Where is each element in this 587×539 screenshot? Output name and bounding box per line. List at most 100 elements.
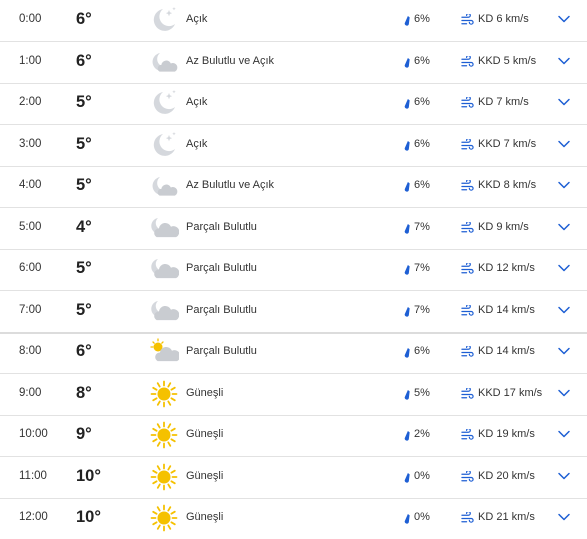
hour-condition: Güneşli: [186, 469, 224, 482]
precipitation-drop-icon: [404, 140, 410, 151]
forecast-row[interactable]: 10:00 9° Güneşli 2% KD 19 km/s: [0, 415, 587, 457]
hour-time: 6:00: [19, 262, 42, 274]
hour-precipitation: 7%: [414, 220, 430, 233]
wind-icon: [461, 180, 474, 191]
chevron-down-icon[interactable]: [557, 56, 571, 66]
forecast-row[interactable]: 7:00 5° Parçalı Bulutlu 7% KD 14 km/s: [0, 291, 587, 334]
moon-stars-icon: [153, 7, 176, 31]
hour-temperature: 5°: [76, 300, 92, 319]
forecast-row[interactable]: 6:00 5° Parçalı Bulutlu 7% KD 12 km/s: [0, 249, 587, 291]
chevron-down-icon[interactable]: [557, 305, 571, 315]
wind-icon: [461, 470, 474, 482]
hour-time: 5:00: [19, 220, 42, 233]
moon-stars-icon: [153, 90, 176, 114]
forecast-row[interactable]: 11:00 10° Güneşli 0% KD 20 km/s: [0, 457, 587, 499]
hour-precipitation: 7%: [414, 303, 430, 316]
precipitation-drop-icon: [404, 472, 410, 483]
chevron-down-icon[interactable]: [557, 14, 571, 24]
chevron-down-icon[interactable]: [557, 512, 571, 522]
hour-condition: Parçalı Bulutlu: [186, 303, 257, 316]
forecast-row[interactable]: 9:00 8° Güneşli 5% KKD 17 km/s: [0, 374, 587, 416]
hour-precipitation: 7%: [414, 262, 430, 274]
forecast-row[interactable]: 8:00 6° Parçalı Bulutlu 6% KD 14 km/s: [0, 332, 587, 374]
chevron-down-icon[interactable]: [557, 222, 571, 232]
precipitation-drop-icon: [404, 348, 410, 358]
moon-stars-icon: [153, 131, 176, 156]
precipitation-drop-icon: [404, 182, 410, 192]
wind-icon: [461, 55, 474, 67]
forecast-row[interactable]: 3:00 5° Açık 6% KKD 7 km/s: [0, 125, 587, 167]
wind-icon: [461, 221, 474, 233]
wind-icon: [461, 14, 474, 25]
sun-cloud-icon: [150, 338, 179, 362]
hour-wind: KKD 17 km/s: [478, 386, 543, 399]
precipitation-drop-icon: [404, 99, 410, 109]
wind-icon: [461, 387, 474, 399]
forecast-row[interactable]: 2:00 5° Açık 6% KD 7 km/s: [0, 83, 587, 125]
forecast-row[interactable]: 0:00 6° Açık 6% KD 6 km/s: [0, 0, 587, 42]
hour-wind: KD 6 km/s: [478, 13, 529, 25]
hour-precipitation: 6%: [414, 179, 430, 191]
forecast-row[interactable]: 4:00 5° Az Bulutlu ve Açık 6% KKD 8 km/s: [0, 166, 587, 208]
hour-condition: Güneşli: [186, 386, 224, 399]
hour-temperature: 5°: [76, 134, 92, 153]
chevron-down-icon[interactable]: [557, 97, 571, 107]
chevron-down-icon[interactable]: [557, 180, 571, 190]
sun-icon: [150, 463, 178, 490]
precipitation-drop-icon: [404, 223, 410, 234]
chevron-down-icon[interactable]: [557, 346, 571, 356]
hour-precipitation: 6%: [414, 345, 430, 357]
hour-wind: KKD 8 km/s: [478, 179, 537, 191]
hour-condition: Güneşli: [186, 511, 224, 523]
hour-temperature: 5°: [76, 93, 92, 111]
hour-temperature: 4°: [76, 217, 92, 236]
hour-wind: KD 19 km/s: [478, 428, 535, 440]
hour-wind: KD 14 km/s: [478, 303, 535, 316]
chevron-down-icon[interactable]: [557, 263, 571, 273]
hour-time: 7:00: [19, 303, 42, 316]
wind-icon: [461, 97, 474, 108]
hour-temperature: 10°: [76, 508, 101, 526]
moon-partly-cloudy-icon: [151, 259, 179, 279]
hour-time: 3:00: [19, 137, 42, 150]
hour-precipitation: 0%: [414, 469, 430, 482]
forecast-row[interactable]: 1:00 6° Az Bulutlu ve Açık 6% KKD 5 km/s: [0, 42, 587, 84]
hour-condition: Güneşli: [186, 428, 224, 440]
chevron-down-icon[interactable]: [557, 471, 571, 481]
hour-time: 11:00: [19, 469, 47, 482]
hour-time: 8:00: [19, 345, 42, 357]
hour-precipitation: 6%: [414, 96, 430, 108]
hour-temperature: 5°: [76, 176, 92, 194]
moon-partly-cloudy-icon: [151, 300, 179, 320]
precipitation-drop-icon: [404, 16, 410, 26]
sun-icon: [150, 421, 178, 449]
chevron-down-icon[interactable]: [557, 139, 571, 149]
hour-condition: Parçalı Bulutlu: [186, 262, 257, 274]
hour-temperature: 8°: [76, 383, 92, 402]
hour-wind: KD 21 km/s: [478, 511, 535, 523]
wind-icon: [461, 512, 474, 523]
forecast-row[interactable]: 5:00 4° Parçalı Bulutlu 7% KD 9 km/s: [0, 208, 587, 250]
hour-precipitation: 6%: [414, 13, 430, 25]
hour-condition: Açık: [186, 13, 208, 25]
hour-time: 1:00: [19, 54, 42, 67]
wind-icon: [461, 304, 474, 316]
hour-temperature: 6°: [76, 10, 92, 28]
wind-icon: [461, 429, 474, 440]
hour-wind: KD 9 km/s: [478, 220, 529, 233]
hour-condition: Az Bulutlu ve Açık: [186, 54, 275, 67]
hour-time: 12:00: [19, 511, 48, 523]
hour-precipitation: 0%: [414, 511, 430, 523]
hour-time: 10:00: [19, 428, 48, 440]
chevron-down-icon[interactable]: [557, 429, 571, 439]
hour-temperature: 10°: [76, 466, 101, 485]
sun-icon: [150, 504, 178, 532]
moon-cloud-icon: [152, 177, 178, 196]
forecast-row[interactable]: 12:00 10° Güneşli 0% KD 21 km/s: [0, 498, 587, 539]
hour-wind: KD 12 km/s: [478, 262, 535, 274]
hour-temperature: 9°: [76, 425, 92, 443]
hour-precipitation: 6%: [414, 137, 430, 150]
chevron-down-icon[interactable]: [557, 388, 571, 398]
hour-precipitation: 2%: [414, 428, 430, 440]
hour-wind: KKD 5 km/s: [478, 54, 537, 67]
